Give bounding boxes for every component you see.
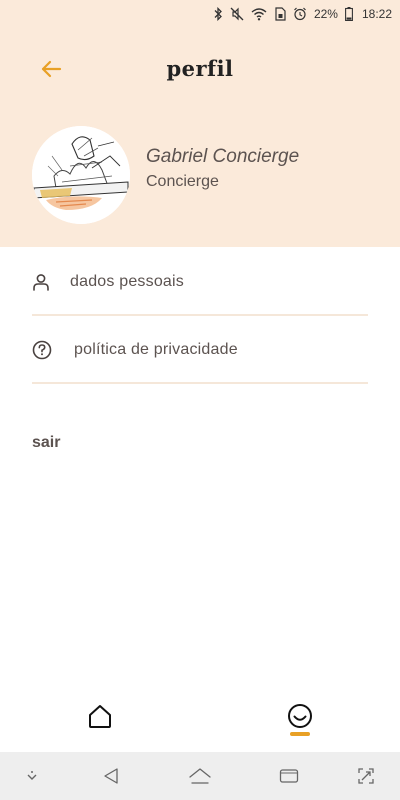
profile-name: Gabriel Concierge bbox=[146, 146, 300, 167]
system-home-button[interactable] bbox=[188, 764, 212, 788]
chevron-down-icon bbox=[27, 771, 37, 780]
menu-item-label: política de privacidade bbox=[74, 341, 238, 358]
logout-link[interactable]: sair bbox=[32, 434, 60, 452]
status-icons: 22% 18:22 bbox=[213, 5, 392, 23]
active-tab-indicator bbox=[290, 732, 310, 736]
avatar-sketch-image bbox=[32, 126, 130, 224]
battery-icon bbox=[345, 7, 353, 21]
screenshot-icon bbox=[358, 768, 374, 784]
system-back-button[interactable] bbox=[99, 764, 123, 788]
system-screenshot-button[interactable] bbox=[354, 764, 378, 788]
profile-role: Concierge bbox=[146, 173, 219, 190]
nav-home-button[interactable] bbox=[86, 702, 114, 730]
bottom-nav bbox=[0, 690, 400, 752]
sim-icon bbox=[275, 7, 286, 21]
user-icon bbox=[33, 274, 49, 291]
battery-percent: 22% bbox=[313, 7, 338, 21]
question-circle-icon bbox=[32, 340, 52, 360]
smile-icon bbox=[288, 704, 312, 728]
system-dropdown-button[interactable] bbox=[20, 764, 44, 788]
back-triangle-icon bbox=[104, 768, 118, 784]
menu-item-label: dados pessoais bbox=[70, 273, 184, 290]
home-icon bbox=[189, 768, 211, 784]
alarm-icon bbox=[294, 7, 306, 21]
system-recents-button[interactable] bbox=[277, 764, 301, 788]
bluetooth-icon bbox=[214, 7, 222, 21]
page-title: perfil bbox=[166, 56, 234, 81]
wifi-icon bbox=[251, 8, 267, 21]
home-icon bbox=[89, 705, 111, 728]
recents-icon bbox=[279, 769, 299, 783]
status-bar: 22% 18:22 bbox=[0, 0, 400, 28]
system-nav-bar bbox=[0, 752, 400, 800]
status-time: 18:22 bbox=[361, 7, 392, 21]
mute-icon bbox=[230, 7, 244, 21]
menu-item-privacy-policy[interactable]: política de privacidade bbox=[32, 318, 368, 384]
menu-item-personal-data[interactable]: dados pessoais bbox=[32, 250, 368, 316]
avatar bbox=[32, 126, 130, 224]
